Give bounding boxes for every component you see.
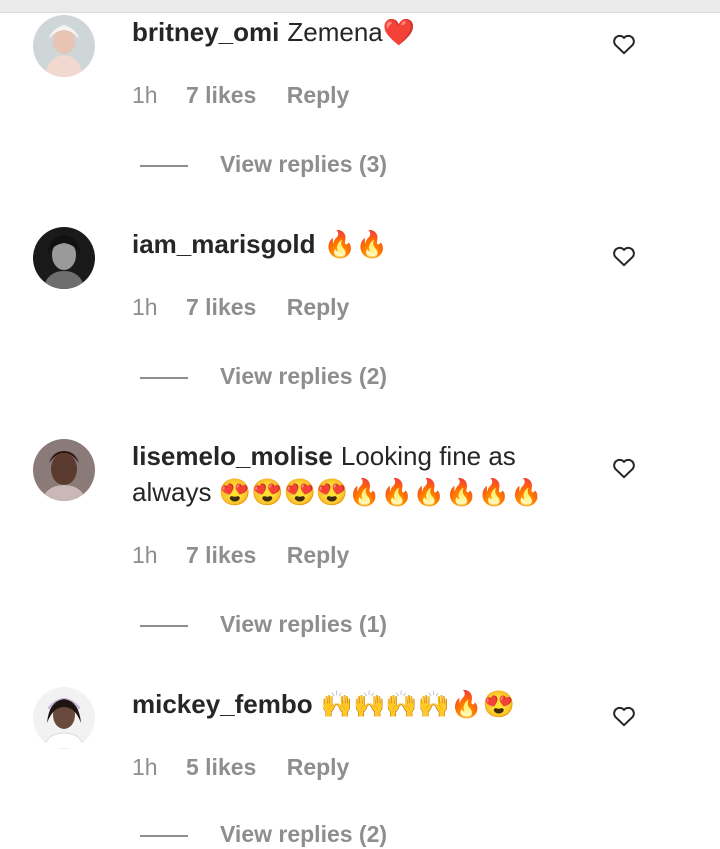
timestamp: 1h [132, 294, 158, 320]
likes-count[interactable]: 7 likes [186, 292, 256, 322]
comment-text: iam_marisgold 🔥🔥 [132, 226, 592, 262]
view-replies-button[interactable]: View replies (3) [140, 149, 387, 179]
username[interactable]: britney_omi [132, 17, 279, 47]
timestamp: 1h [132, 82, 158, 108]
divider-line [140, 164, 188, 167]
comment-body: Zemena❤️ [287, 17, 416, 47]
avatar[interactable] [33, 15, 95, 77]
avatar[interactable] [33, 687, 95, 749]
comment-body: 🙌🙌🙌🙌🔥😍 [320, 689, 515, 719]
comment-item: britney_omi Zemena❤️ 1h 7 likes Reply Vie… [0, 0, 720, 200]
comment-meta: 1h 7 likes Reply [132, 80, 349, 110]
view-replies-label: View replies (3) [220, 151, 388, 177]
view-replies-label: View replies (1) [220, 611, 388, 637]
divider-line [140, 834, 188, 837]
comment-meta: 1h 5 likes Reply [132, 752, 349, 782]
view-replies-button[interactable]: View replies (1) [140, 609, 387, 639]
comment-text: lisemelo_molise Looking fine as always 😍😍… [132, 438, 592, 510]
divider-line [140, 624, 188, 627]
comment-meta: 1h 7 likes Reply [132, 292, 349, 322]
reply-button[interactable]: Reply [287, 80, 350, 110]
divider-line [140, 376, 188, 379]
heart-outline-icon[interactable] [611, 455, 637, 481]
comment-body: 🔥🔥 [323, 229, 389, 259]
reply-button[interactable]: Reply [287, 292, 350, 322]
reply-button[interactable]: Reply [287, 540, 350, 570]
likes-count[interactable]: 5 likes [186, 752, 256, 782]
comment-meta: 1h 7 likes Reply [132, 540, 349, 570]
comment-item: mickey_fembo 🙌🙌🙌🙌🔥😍 1h 5 likes Reply View… [0, 672, 720, 847]
heart-outline-icon[interactable] [611, 243, 637, 269]
avatar[interactable] [33, 439, 95, 501]
likes-count[interactable]: 7 likes [186, 80, 256, 110]
likes-count[interactable]: 7 likes [186, 540, 256, 570]
comment-item: lisemelo_molise Looking fine as always 😍😍… [0, 424, 720, 664]
heart-outline-icon[interactable] [611, 31, 637, 57]
username[interactable]: iam_marisgold [132, 229, 316, 259]
comment-text: britney_omi Zemena❤️ [132, 14, 592, 50]
comment-text: mickey_fembo 🙌🙌🙌🙌🔥😍 [132, 686, 592, 722]
reply-button[interactable]: Reply [287, 752, 350, 782]
view-replies-button[interactable]: View replies (2) [140, 361, 387, 391]
username[interactable]: mickey_fembo [132, 689, 313, 719]
view-replies-label: View replies (2) [220, 363, 388, 389]
view-replies-button[interactable]: View replies (2) [140, 819, 387, 849]
avatar[interactable] [33, 227, 95, 289]
username[interactable]: lisemelo_molise [132, 441, 333, 471]
comment-item: iam_marisgold 🔥🔥 1h 7 likes Reply View re… [0, 212, 720, 412]
timestamp: 1h [132, 754, 158, 780]
view-replies-label: View replies (2) [220, 821, 388, 847]
timestamp: 1h [132, 542, 158, 568]
heart-outline-icon[interactable] [611, 703, 637, 729]
